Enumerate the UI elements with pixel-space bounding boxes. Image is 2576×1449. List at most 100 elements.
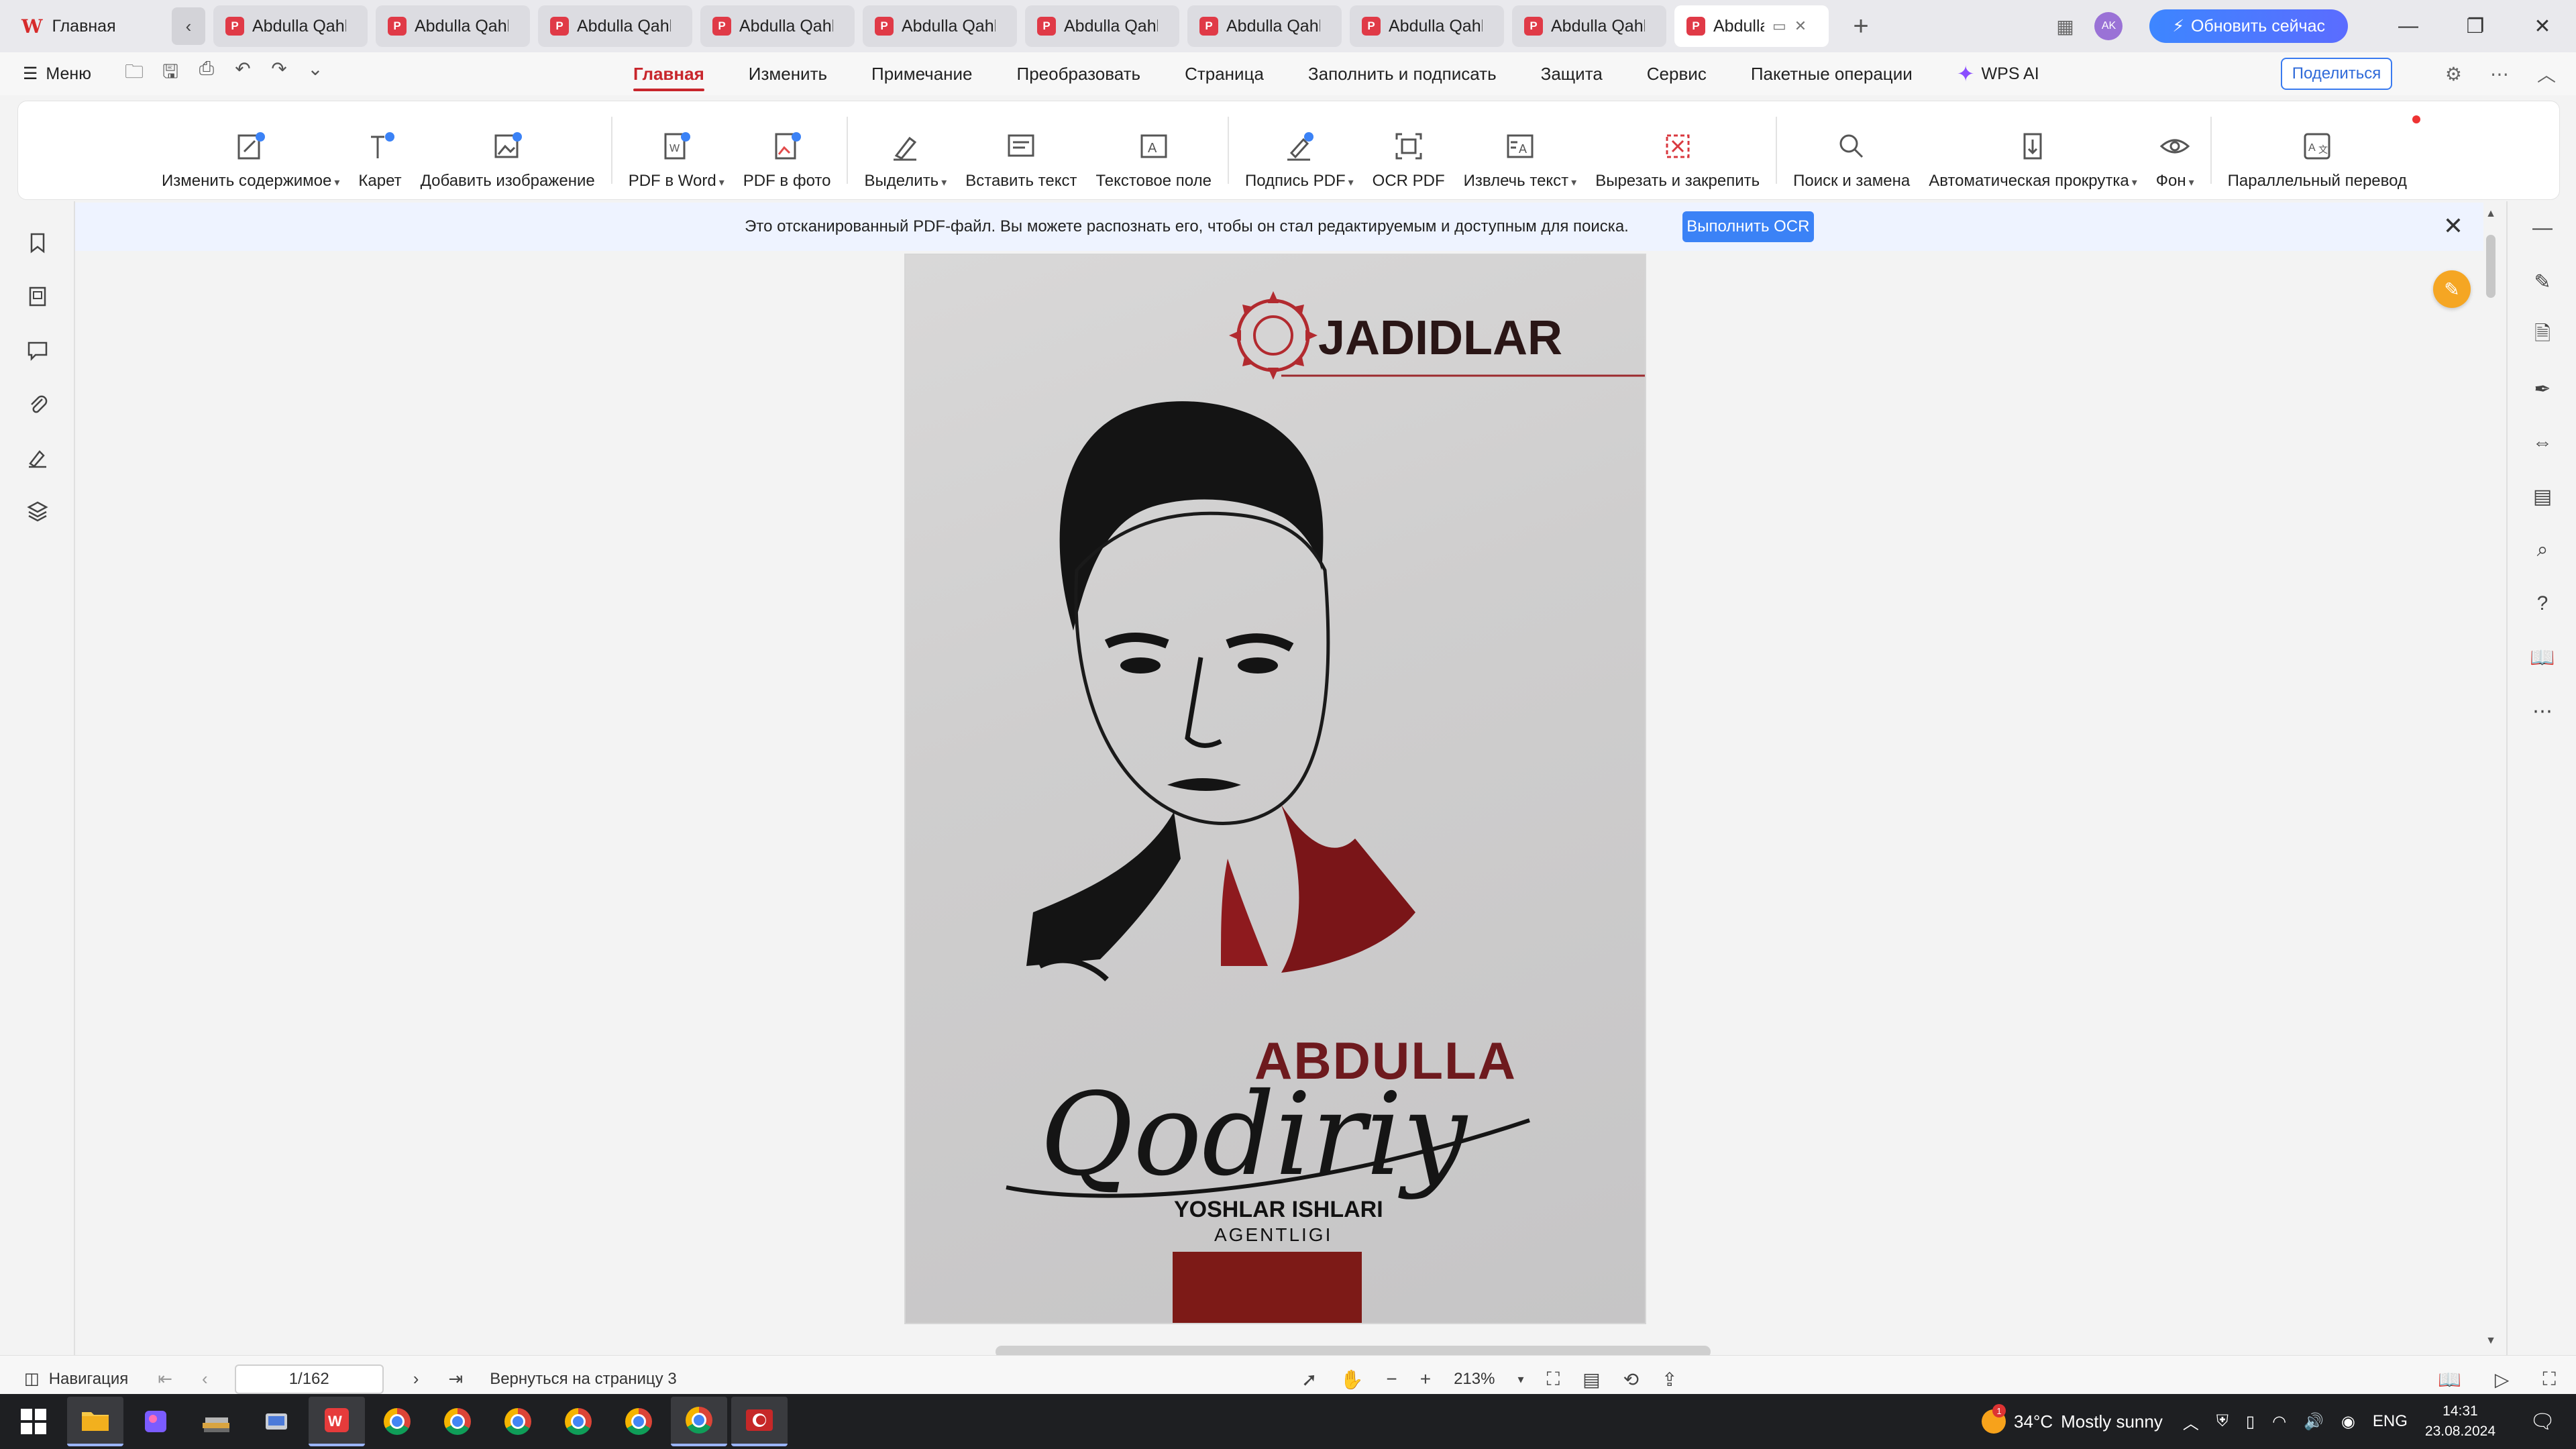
tab-protect[interactable]: Защита — [1541, 52, 1603, 95]
play-icon[interactable]: ▷ — [2495, 1368, 2510, 1391]
more-icon[interactable]: ⋯ — [2490, 63, 2509, 85]
hand-tool-icon[interactable]: ✋ — [1340, 1368, 1363, 1391]
pen-floating-button[interactable]: ✎ — [2433, 270, 2471, 308]
doc-tab[interactable]: P Abdulla Qahhor — [1350, 5, 1504, 47]
doc-tab[interactable]: P Abdulla Qahhor — [1512, 5, 1666, 47]
caret-button[interactable]: Карет — [349, 110, 411, 191]
ocr-pdf-button[interactable]: OCR PDF — [1363, 110, 1454, 191]
doc-tab[interactable]: P Abdulla Qahhor — [213, 5, 368, 47]
scroll-up-icon[interactable]: ▲ — [2482, 208, 2500, 220]
next-page-icon[interactable]: › — [413, 1368, 419, 1389]
doc-tab[interactable]: P Abdulla Qahhor — [700, 5, 855, 47]
vertical-scrollbar[interactable]: ▲ ▼ — [2482, 201, 2500, 1355]
weather-widget[interactable]: 1 34°C Mostly sunny — [1982, 1404, 2163, 1434]
document-viewport[interactable]: JADIDLAR ABDULLA Qodiriy YOSHLAR ISHLARI… — [76, 251, 2482, 1355]
save-icon[interactable]: 🖫 — [160, 58, 181, 90]
background-button[interactable]: Фон ▾ — [2147, 110, 2204, 191]
pdf-to-photo-button[interactable]: PDF в фото — [734, 110, 841, 191]
sign-pdf-button[interactable]: Подпись PDF ▾ — [1236, 110, 1363, 191]
reader-icon[interactable]: 📖 — [2508, 631, 2576, 684]
gear-icon[interactable]: ⚙ — [2445, 63, 2462, 85]
auto-scroll-button[interactable]: Автоматическая прокрутка ▾ — [1919, 110, 2147, 191]
page-view-icon[interactable]: ▤ — [1582, 1368, 1600, 1391]
find-replace-button[interactable]: Поиск и замена — [1784, 110, 1919, 191]
page-number-input[interactable]: 1/162 — [234, 1364, 384, 1394]
bookmark-icon[interactable] — [0, 216, 75, 270]
tab-batch[interactable]: Пакетные операции — [1751, 52, 1913, 95]
edit-panel-icon[interactable]: ✎ — [2508, 255, 2576, 309]
chrome-icon[interactable] — [671, 1397, 727, 1446]
wifi-icon[interactable]: ◠ — [2272, 1412, 2286, 1432]
add-image-button[interactable]: Добавить изображение — [411, 110, 604, 191]
chevron-down-icon[interactable]: ⌄ — [305, 58, 326, 90]
main-menu-button[interactable]: ☰ Меню — [23, 64, 91, 84]
zoom-out-icon[interactable]: − — [1386, 1368, 1397, 1390]
zoom-in-icon[interactable]: + — [1420, 1368, 1431, 1390]
cut-pin-button[interactable]: Вырезать и закрепить — [1586, 110, 1769, 191]
edit-content-button[interactable]: Изменить содержимое ▾ — [152, 110, 349, 191]
navigation-button[interactable]: ◫ Навигация — [24, 1369, 128, 1389]
window-layout-icon[interactable]: ▦ — [2049, 10, 2081, 42]
wps-ai-button[interactable]: ✦ WPS AI — [1957, 61, 2039, 87]
first-page-icon[interactable]: ⇤ — [158, 1368, 172, 1389]
tab-edit[interactable]: Изменить — [749, 52, 827, 95]
minimize-panel-icon[interactable]: — — [2508, 201, 2576, 255]
open-folder-icon[interactable]: 🗀 — [123, 58, 145, 90]
chrome-icon[interactable] — [550, 1397, 606, 1446]
horizontal-scrollbar[interactable] — [996, 1346, 1711, 1355]
usb-device-icon[interactable]: ▯ — [2246, 1412, 2255, 1432]
security-icon[interactable]: ⛨ — [2216, 1412, 2229, 1431]
close-icon[interactable]: ✕ — [2443, 212, 2463, 240]
print-icon[interactable]: ⎙ — [196, 58, 217, 90]
doc-tab[interactable]: P Abdulla Qahhor — [1025, 5, 1179, 47]
run-ocr-button[interactable]: Выполнить OCR — [1682, 211, 1814, 242]
select-cursor-icon[interactable]: ➚ — [1301, 1368, 1317, 1391]
previous-page-icon[interactable]: ‹ — [202, 1368, 208, 1389]
image-editor-icon[interactable] — [127, 1397, 184, 1446]
export-icon[interactable]: ⇪ — [1662, 1368, 1677, 1391]
doc-tab[interactable]: P Abdulla Qahhor — [538, 5, 692, 47]
close-window-button[interactable]: ✕ — [2509, 0, 2576, 52]
pdf-to-word-button[interactable]: W PDF в Word ▾ — [619, 110, 734, 191]
tab-scroll-left-button[interactable]: ‹ — [172, 7, 205, 45]
network-globe-icon[interactable]: ◉ — [2341, 1412, 2355, 1432]
doc-tab[interactable]: P Abdulla Qahhor — [863, 5, 1017, 47]
doc-tab[interactable]: P Abdulla Qahhor — [376, 5, 530, 47]
scrollbar-thumb[interactable] — [2486, 235, 2496, 298]
document-properties-icon[interactable]: 🗎 — [2508, 309, 2576, 362]
minimize-button[interactable]: — — [2375, 0, 2442, 52]
chevron-up-icon[interactable]: ︿ — [2183, 1410, 2199, 1434]
red-app-icon[interactable] — [731, 1397, 788, 1446]
redo-icon[interactable]: ↷ — [268, 58, 290, 90]
windows-start-button[interactable] — [0, 1394, 67, 1449]
search-icon[interactable]: ⌕ — [2508, 523, 2576, 577]
avatar[interactable]: AK — [2094, 12, 2123, 40]
text-field-button[interactable]: A Текстовое поле — [1086, 110, 1221, 191]
upgrade-button[interactable]: ⚡ Обновить сейчас — [2149, 9, 2348, 43]
fullscreen-icon[interactable]: ⛶ — [2542, 1368, 2556, 1391]
extract-text-button[interactable]: A Извлечь текст ▾ — [1454, 110, 1587, 191]
sign-tool-icon[interactable]: ✒ — [2508, 362, 2576, 416]
tab-convert[interactable]: Преобразовать — [1017, 52, 1141, 95]
fit-page-icon[interactable]: ⛶ — [1547, 1368, 1560, 1391]
chrome-icon[interactable] — [490, 1397, 546, 1446]
close-tab-icon[interactable]: ✕ — [1794, 17, 1807, 35]
return-to-page-link[interactable]: Вернуться на страницу 3 — [490, 1370, 677, 1389]
settings-app-icon[interactable] — [248, 1397, 305, 1446]
books-app-icon[interactable] — [188, 1397, 244, 1446]
insert-text-button[interactable]: Вставить текст — [956, 110, 1086, 191]
chrome-icon[interactable] — [369, 1397, 425, 1446]
new-tab-button[interactable]: + — [1847, 11, 1874, 42]
help-icon[interactable]: ? — [2508, 577, 2576, 631]
rotate-icon[interactable]: ⟲ — [1623, 1368, 1639, 1391]
comments-icon[interactable] — [0, 323, 75, 377]
chrome-icon[interactable] — [610, 1397, 667, 1446]
file-explorer-icon[interactable] — [67, 1397, 123, 1446]
thumbnails-icon[interactable] — [0, 270, 75, 323]
compare-icon[interactable]: ⇔ — [2508, 416, 2576, 470]
collapse-ribbon-icon[interactable]: ︿ — [2537, 60, 2556, 87]
home-tab[interactable]: W Главная — [5, 5, 164, 47]
tab-fill-sign[interactable]: Заполнить и подписать — [1308, 52, 1497, 95]
tab-page[interactable]: Страница — [1185, 52, 1264, 95]
language-indicator[interactable]: ENG — [2373, 1412, 2408, 1431]
